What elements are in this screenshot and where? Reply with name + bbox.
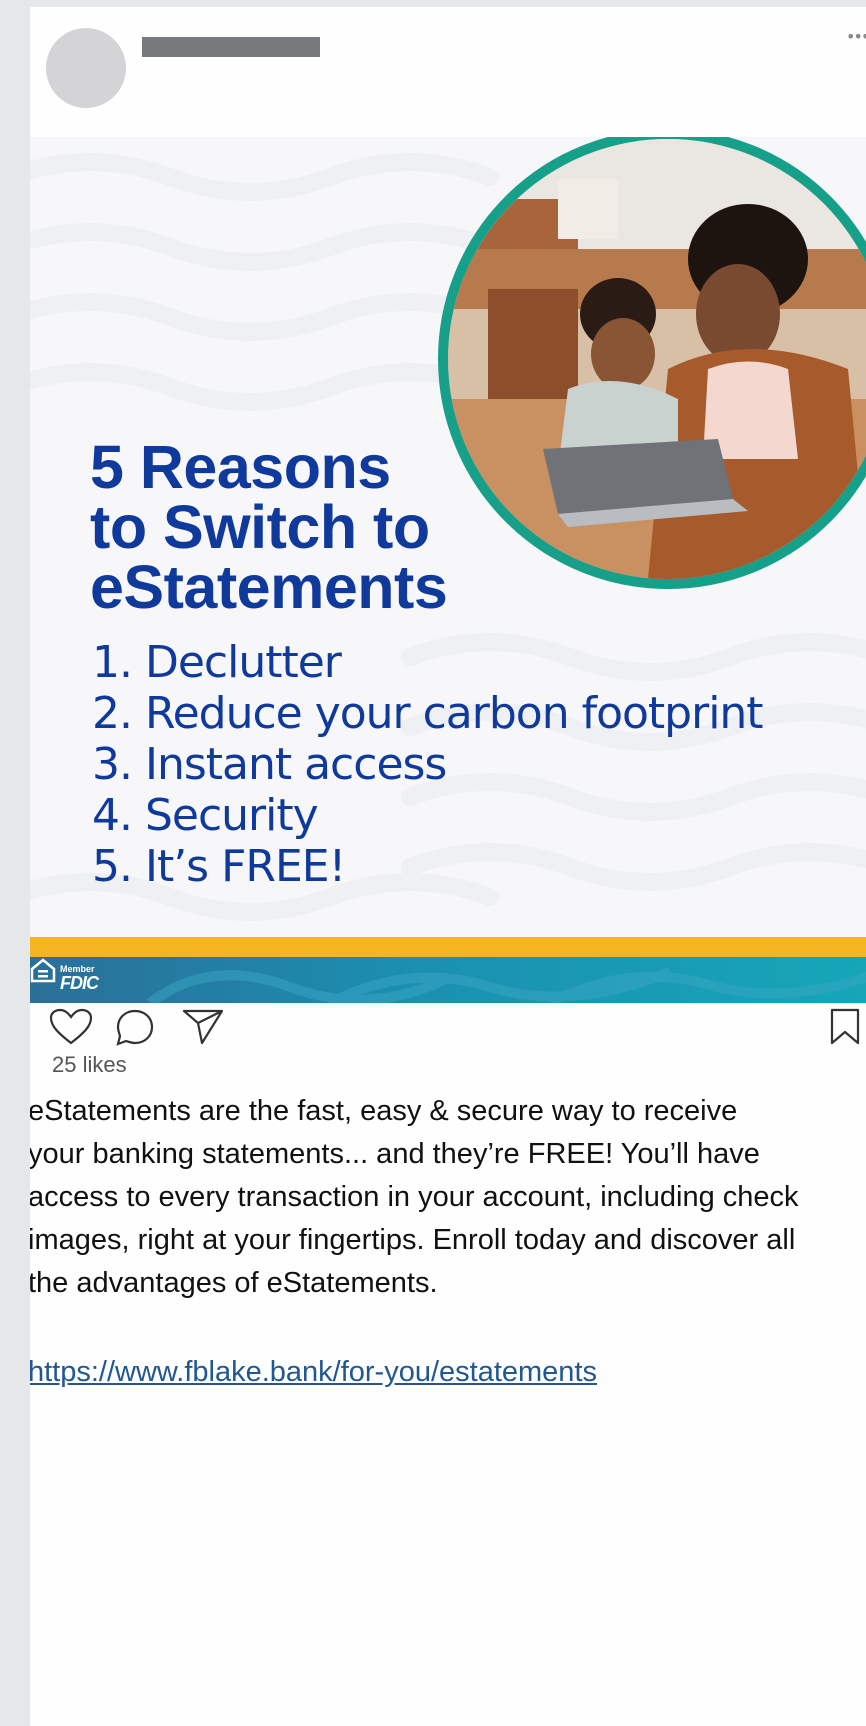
post-actions [48, 1007, 866, 1047]
caption-line: your banking statements... and they’re F… [30, 1138, 760, 1170]
reason-item: 4. Security [92, 790, 319, 841]
post-card: ••• [30, 7, 866, 1726]
reasons-list: 1. Declutter 2. Reduce your carbon footp… [92, 637, 764, 892]
estatements-link[interactable]: https://www.fblake.bank/for-you/estateme… [30, 1352, 597, 1392]
caption-line: access to every transaction in your acco… [30, 1181, 799, 1213]
caption-line: images, right at your fingertips. Enroll… [30, 1224, 796, 1256]
heart-icon[interactable] [48, 1007, 94, 1047]
footer-band: Member FDIC [30, 957, 866, 1003]
band-wave-pattern [146, 967, 866, 1003]
fdic-logo: Member FDIC [60, 965, 99, 993]
headline-line: to Switch to [90, 493, 430, 561]
caption-line: eStatements are the fast, easy & secure … [30, 1095, 738, 1127]
more-horizontal-icon[interactable]: ••• [846, 29, 866, 45]
likes-count[interactable]: 25 likes [52, 1052, 127, 1078]
comment-icon[interactable] [114, 1007, 156, 1047]
send-icon[interactable] [180, 1007, 226, 1047]
post-image[interactable]: 5 Reasons to Switch to eStatements 1. De… [30, 137, 866, 1003]
yellow-stripe [30, 937, 866, 957]
reason-item: 3. Instant access [92, 739, 447, 790]
headline-line: 5 Reasons [90, 433, 391, 501]
headline-line: eStatements [90, 553, 448, 621]
reason-item: 1. Declutter [92, 637, 342, 688]
bookmark-icon[interactable] [828, 1007, 862, 1047]
equal-housing-lender-icon [30, 958, 56, 983]
headline: 5 Reasons to Switch to eStatements [90, 433, 610, 621]
avatar[interactable] [46, 28, 126, 108]
reason-item: 5. It’s FREE! [92, 841, 346, 892]
caption-line: the advantages of eStatements. [30, 1267, 438, 1299]
username-placeholder[interactable] [142, 37, 320, 57]
reason-item: 2. Reduce your carbon footprint [92, 688, 764, 739]
fdic-label: FDIC [60, 973, 99, 993]
post-caption: eStatements are the fast, easy & secure … [30, 1090, 866, 1305]
